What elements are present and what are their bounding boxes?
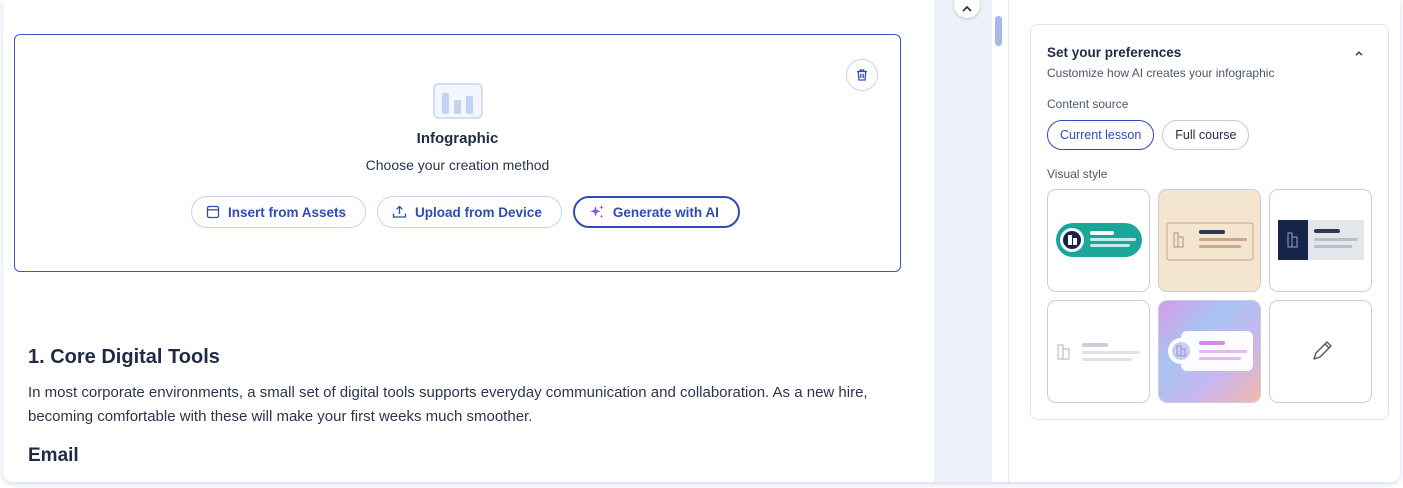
insert-from-assets-button[interactable]: Insert from Assets <box>191 196 367 228</box>
section-subheading: Email <box>28 445 79 466</box>
style-tile-gradient-holo[interactable] <box>1158 300 1261 403</box>
block-subtitle: Choose your creation method <box>365 157 550 173</box>
ai-settings-panel: Set your preferences Customize how AI cr… <box>1008 0 1400 482</box>
style-tile-custom[interactable] <box>1269 300 1372 403</box>
section-paragraph: In most corporate environments, a small … <box>28 384 868 425</box>
chip-full-course[interactable]: Full course <box>1162 120 1250 150</box>
infographic-block[interactable]: Infographic Choose your creation method … <box>14 34 901 272</box>
pencil-icon <box>1313 341 1332 360</box>
generate-with-ai-button[interactable]: Generate with AI <box>572 196 740 228</box>
collapse-toolbar-button[interactable] <box>954 0 980 18</box>
style-tile-beige-card[interactable] <box>1158 189 1261 292</box>
insert-from-assets-label: Insert from Assets <box>228 204 347 220</box>
lesson-editor: Infographic Choose your creation method … <box>3 0 934 482</box>
style-tile-navy-split[interactable] <box>1269 189 1372 292</box>
generate-with-ai-label: Generate with AI <box>612 204 719 220</box>
gradient-holo-preview <box>1159 301 1260 402</box>
navy-split-preview <box>1278 220 1364 260</box>
collapse-preferences-button[interactable] <box>1351 45 1367 61</box>
gutter-strip <box>934 0 1008 482</box>
sparkle-icon <box>590 205 604 219</box>
teal-pill-preview <box>1056 223 1142 257</box>
scrollbar-thumb[interactable] <box>995 16 1002 46</box>
preferences-card: Set your preferences Customize how AI cr… <box>1030 24 1389 420</box>
upload-icon <box>392 205 407 218</box>
style-tile-teal-pill[interactable] <box>1047 189 1150 292</box>
bar-chart-icon <box>433 83 483 119</box>
app-frame: Infographic Choose your creation method … <box>3 0 1400 482</box>
chevron-up-icon <box>962 5 972 12</box>
scrollbar-track[interactable] <box>992 0 1008 482</box>
content-source-options: Current lesson Full course <box>1047 120 1250 150</box>
delete-block-button[interactable] <box>846 59 878 91</box>
visual-style-label: Visual style <box>1047 167 1108 181</box>
preferences-subtitle: Customize how AI creates your infographi… <box>1047 66 1275 80</box>
trash-icon <box>857 69 867 81</box>
style-tile-minimal-gray[interactable] <box>1047 300 1150 403</box>
chevron-up-icon <box>1355 50 1363 56</box>
upload-from-device-button[interactable]: Upload from Device <box>377 196 562 228</box>
minimal-gray-preview <box>1057 343 1140 361</box>
beige-card-preview <box>1166 222 1254 261</box>
block-title: Infographic <box>416 130 499 147</box>
content-source-label: Content source <box>1047 97 1129 111</box>
visual-style-grid <box>1047 189 1373 403</box>
preferences-title: Set your preferences <box>1047 45 1182 60</box>
chip-current-lesson[interactable]: Current lesson <box>1047 120 1155 150</box>
upload-from-device-label: Upload from Device <box>415 204 542 220</box>
assets-icon <box>206 205 220 219</box>
creation-methods: Insert from Assets Upload from Device Ge… <box>191 196 740 228</box>
section-heading: 1. Core Digital Tools <box>28 346 220 368</box>
